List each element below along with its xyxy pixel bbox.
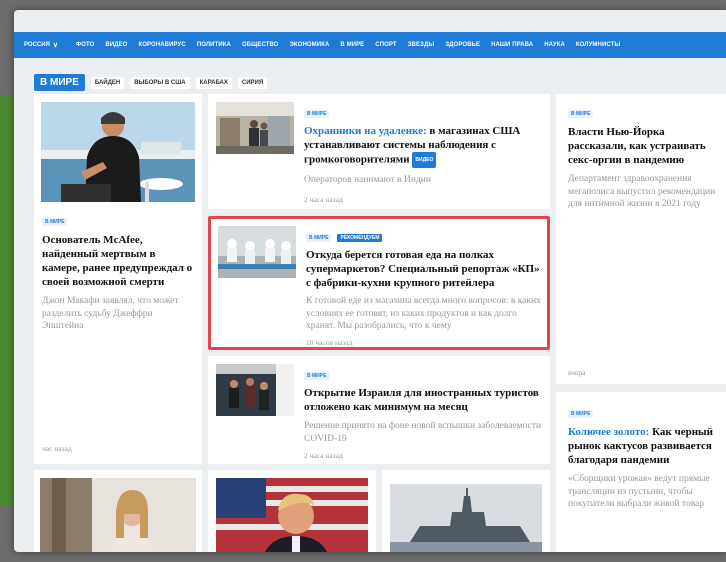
- tag-syria[interactable]: СИРИЯ: [237, 76, 268, 89]
- article-card-cactus[interactable]: В МИРЕ Колючее золото: Как черный рынок …: [556, 392, 726, 552]
- article-title-highlight: Охранники на удаленке:: [304, 125, 427, 137]
- nav-item-health[interactable]: ЗДОРОВЬЕ: [445, 42, 480, 48]
- article-lead: «Сборщики урожая» ведут прямые трансляци…: [568, 474, 710, 509]
- woman-portrait-photo: [40, 478, 196, 552]
- region-selector[interactable]: РОССИЯ ∨: [24, 41, 58, 49]
- article-title[interactable]: Открытие Израиля для иностранных туристо…: [304, 386, 544, 414]
- nav-item-stars[interactable]: ЗВЕЗДЫ: [408, 42, 435, 48]
- nav-item-science[interactable]: НАУКА: [544, 42, 565, 48]
- article-card-bottom-3[interactable]: [382, 470, 550, 552]
- section-title[interactable]: В МИРЕ: [34, 74, 85, 91]
- politician-portrait-photo: [216, 478, 368, 552]
- article-title[interactable]: Основатель McAfee, найденный мертвым в к…: [42, 233, 194, 289]
- article-card-bottom-1[interactable]: [34, 470, 202, 552]
- article-kicker: В МИРЕ: [42, 218, 68, 226]
- store-guards-photo: [216, 102, 294, 154]
- article-time: вчера: [568, 368, 586, 377]
- top-nav: РОССИЯ ∨ ФОТО ВИДЕО КОРОНАВИРУС ПОЛИТИКА…: [14, 32, 726, 58]
- article-kicker: В МИРЕ: [568, 110, 594, 118]
- article-title[interactable]: Власти Нью-Йорка рассказали, как устраив…: [568, 125, 718, 167]
- israel-airport-photo: [216, 364, 294, 416]
- article-time: 2 часа назад: [304, 451, 343, 460]
- article-card-israel[interactable]: В МИРЕ Открытие Израиля для иностранных …: [208, 356, 550, 464]
- region-label: РОССИЯ: [24, 42, 50, 48]
- tag-biden[interactable]: БАЙДЕН: [90, 76, 125, 89]
- article-title[interactable]: Охранники на удаленке: в магазинах США у…: [304, 124, 544, 168]
- nav-item-politics[interactable]: ПОЛИТИКА: [197, 42, 231, 48]
- article-lead: Решение принято на фоне новой вспышки за…: [304, 421, 542, 444]
- chevron-down-icon: ∨: [52, 42, 59, 49]
- nav-item-coronavirus[interactable]: КОРОНАВИРУС: [138, 42, 185, 48]
- article-lead: Операторов нанимают в Индии: [304, 175, 431, 185]
- article-time: 2 часа назад: [304, 194, 343, 204]
- article-kicker: В МИРЕ: [304, 110, 330, 118]
- article-card-mcafee[interactable]: В МИРЕ Основатель McAfee, найденный мерт…: [34, 94, 202, 464]
- tag-karabakh[interactable]: КАРАБАХ: [195, 76, 232, 89]
- article-lead: Джон Макафи заявлял, что может разделить…: [42, 296, 179, 331]
- tag-us-elections[interactable]: ВЫБОРЫ В США: [130, 76, 190, 89]
- nav-item-columnists[interactable]: КОЛУМНИСТЫ: [576, 42, 621, 48]
- background-strip: [0, 95, 14, 505]
- warship-photo: [390, 484, 542, 552]
- selection-highlight: [208, 216, 550, 350]
- article-card-guards[interactable]: В МИРЕ Охранники на удаленке: в магазина…: [208, 94, 550, 209]
- nav-item-world[interactable]: В МИРЕ: [340, 42, 364, 48]
- article-title-highlight: Колючее золото:: [568, 426, 650, 438]
- nav-item-economy[interactable]: ЭКОНОМИКА: [290, 42, 330, 48]
- nav-item-video[interactable]: ВИДЕО: [105, 42, 127, 48]
- nav-item-sport[interactable]: СПОРТ: [375, 42, 396, 48]
- section-header: В МИРЕ БАЙДЕН ВЫБОРЫ В США КАРАБАХ СИРИЯ: [34, 74, 268, 91]
- article-time: час назад: [42, 444, 72, 453]
- article-kicker: В МИРЕ: [568, 410, 594, 418]
- nav-item-rights[interactable]: НАШИ ПРАВА: [491, 42, 533, 48]
- article-title[interactable]: Колючее золото: Как черный рынок кактусо…: [568, 425, 718, 467]
- article-lead: Департамент здравоохранения мегаполиса в…: [568, 174, 716, 209]
- article-card-newyork[interactable]: В МИРЕ Власти Нью-Йорка рассказали, как …: [556, 94, 726, 384]
- article-card-bottom-2[interactable]: [208, 470, 376, 552]
- article-kicker: В МИРЕ: [304, 372, 330, 380]
- browser-viewport: РОССИЯ ∨ ФОТО ВИДЕО КОРОНАВИРУС ПОЛИТИКА…: [14, 10, 726, 552]
- nav-item-photo[interactable]: ФОТО: [76, 42, 94, 48]
- video-badge: ВИДЕО: [412, 152, 437, 168]
- nav-item-society[interactable]: ОБЩЕСТВО: [242, 42, 279, 48]
- mcafee-photo: [41, 102, 195, 202]
